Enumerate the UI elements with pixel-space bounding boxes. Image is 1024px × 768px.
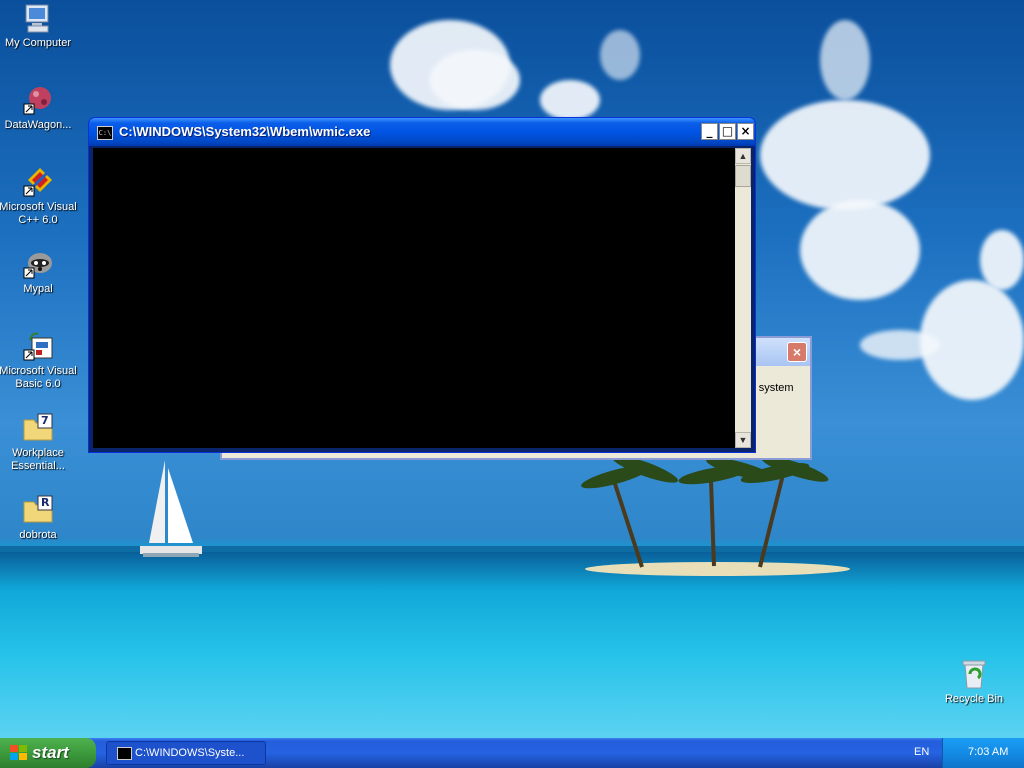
windows-flag-icon [10,745,27,760]
start-button[interactable]: start [0,738,96,768]
desktop-icon-mypal[interactable]: Mypal [0,248,78,296]
folder-badge: 7 [41,414,49,427]
folder-badge: R [41,496,50,509]
recycle-bin-icon [958,658,990,690]
desktop-icon-visual-basic[interactable]: Microsoft Visual Basic 6.0 [0,330,78,391]
clock[interactable]: 7:03 AM [968,746,1008,758]
desktop-icon-label: Microsoft Visual Basic 6.0 [0,365,77,390]
desktop-icon-dobrota[interactable]: R dobrota [0,494,78,542]
taskbar-item-label: C:\WINDOWS\Syste... [135,747,245,759]
system-tray: 7:03 AM [942,738,1024,768]
desktop-icon-workplace-essential[interactable]: 7 Workplace Essential... [0,412,78,473]
folder-icon: 7 [22,412,54,444]
window-titlebar[interactable]: C:\ C:\WINDOWS\System32\Wbem\wmic.exe _ … [89,118,755,146]
taskbar: start C:\WINDOWS\Syste... EN 7:03 AM [0,738,1024,768]
desktop-icon-label: Workplace Essential... [11,447,65,472]
dialog-message: r system [752,382,794,394]
desktop-icon-visual-cpp[interactable]: Microsoft Visual C++ 6.0 [0,166,78,227]
dialog-close-button[interactable]: × [787,342,807,362]
taskbar-item-console[interactable]: C:\WINDOWS\Syste... [106,741,266,765]
desktop-icon-recycle-bin[interactable]: Recycle Bin [934,658,1014,706]
scroll-thumb[interactable] [735,165,751,187]
console-icon: C:\ [97,126,113,140]
desktop-icon-my-computer[interactable]: My Computer [0,2,78,50]
desktop-icon-label: My Computer [4,37,72,49]
desktop-icon-datawagon[interactable]: DataWagon... [0,84,78,132]
visual-cpp-icon [22,166,54,198]
console-icon [117,747,132,760]
close-button[interactable]: × [737,123,754,140]
desktop-icon-label: DataWagon... [4,119,72,131]
maximize-button[interactable]: □ [719,123,736,140]
datawagon-icon [22,84,54,116]
window-title: C:\WINDOWS\System32\Wbem\wmic.exe [119,124,371,139]
scroll-down-button[interactable]: ▼ [735,432,751,448]
scroll-up-button[interactable]: ▲ [735,148,751,164]
desktop-icon-label: Recycle Bin [944,693,1004,705]
language-indicator[interactable]: EN [914,746,929,758]
start-label: start [32,743,69,762]
minimize-button[interactable]: _ [701,123,718,140]
vertical-scrollbar[interactable]: ▲ ▼ [735,148,751,448]
desktop-icon-label: Microsoft Visual C++ 6.0 [0,201,77,226]
console-output-area[interactable] [93,148,735,448]
folder-icon: R [22,494,54,526]
desktop-icon-label: dobrota [19,529,57,541]
console-window[interactable]: C:\ C:\WINDOWS\System32\Wbem\wmic.exe _ … [88,117,756,453]
computer-icon [22,2,54,34]
mypal-raccoon-icon [22,248,54,280]
visual-basic-icon [22,330,54,362]
desktop-icon-label: Mypal [23,283,53,295]
